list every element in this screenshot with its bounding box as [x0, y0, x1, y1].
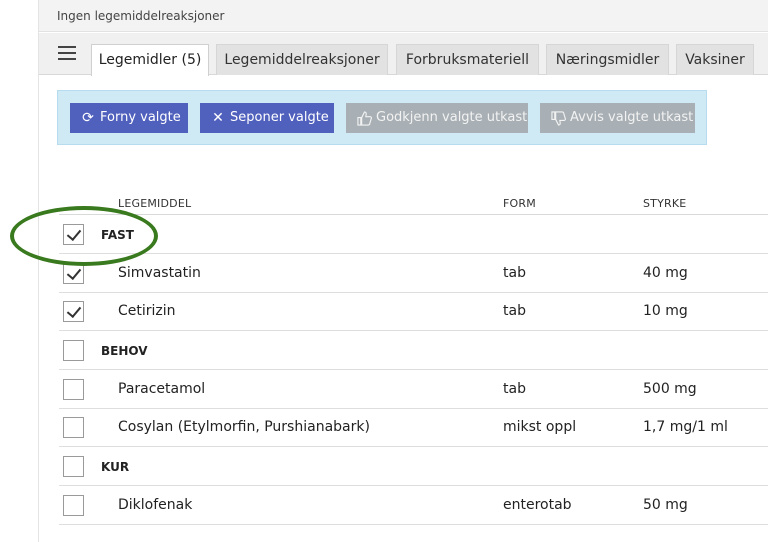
allergy-banner-text: Ingen legemiddelreaksjoner — [57, 9, 225, 23]
reject-drafts-label: Avvis valgte utkast — [570, 110, 694, 125]
group-row-fast: FAST — [59, 216, 768, 254]
refresh-icon: ⟳ — [82, 110, 94, 126]
table-row: Paracetamol tab 500 mg — [59, 371, 768, 409]
reject-drafts-button[interactable]: Avvis valgte utkast — [540, 103, 695, 133]
group-label: BEHOV — [101, 344, 148, 358]
medication-strength: 500 mg — [643, 381, 697, 397]
approve-drafts-label: Godkjenn valgte utkast — [376, 110, 528, 125]
group-checkbox-kur[interactable] — [63, 456, 84, 477]
tab-forbruksmateriell[interactable]: Forbruksmateriell — [396, 44, 539, 75]
medication-name: Simvastatin — [118, 265, 201, 281]
group-label: KUR — [101, 460, 130, 474]
row-checkbox[interactable] — [63, 379, 84, 400]
row-checkbox[interactable] — [63, 495, 84, 516]
medication-page: Ingen legemiddelreaksjoner Legemidler (5… — [38, 0, 768, 542]
allergy-banner: Ingen legemiddelreaksjoner — [39, 0, 768, 32]
tab-vaksiner[interactable]: Vaksiner — [676, 44, 754, 75]
table-header: LEGEMIDDEL FORM STYRKE — [59, 185, 768, 215]
thumbs-up-icon — [356, 103, 372, 137]
medication-strength: 1,7 mg/1 ml — [643, 419, 728, 435]
discontinue-selected-button[interactable]: ✕ Seponer valgte — [200, 103, 334, 133]
medication-name: Paracetamol — [118, 381, 206, 397]
tab-naeringsmidler[interactable]: Næringsmidler — [546, 44, 669, 75]
discontinue-selected-label: Seponer valgte — [230, 110, 329, 125]
tab-legemiddelreaksjoner[interactable]: Legemiddelreaksjoner — [216, 44, 388, 75]
hamburger-menu-icon[interactable] — [58, 46, 76, 60]
group-row-kur: KUR — [59, 448, 768, 486]
table-row: Cetirizin tab 10 mg — [59, 293, 768, 331]
table-row: Simvastatin tab 40 mg — [59, 255, 768, 293]
medication-strength: 50 mg — [643, 497, 688, 513]
row-checkbox[interactable] — [63, 301, 84, 322]
table-row: Cosylan (Etylmorfin, Purshianabark) miks… — [59, 409, 768, 447]
medication-name: Cetirizin — [118, 303, 176, 319]
tab-legemidler[interactable]: Legemidler (5) — [91, 44, 209, 76]
medication-form: tab — [503, 303, 526, 319]
row-checkbox[interactable] — [63, 263, 84, 284]
column-header-legemiddel: LEGEMIDDEL — [118, 197, 192, 210]
renew-selected-label: Forny valgte — [100, 110, 181, 125]
medication-form: mikst oppl — [503, 419, 577, 435]
group-checkbox-fast[interactable] — [63, 224, 84, 245]
approve-drafts-button[interactable]: Godkjenn valgte utkast — [346, 103, 528, 133]
medication-strength: 10 mg — [643, 303, 688, 319]
tab-bar: Legemidler (5) Legemiddelreaksjoner Forb… — [39, 33, 768, 76]
medication-name: Cosylan (Etylmorfin, Purshianabark) — [118, 419, 370, 435]
medication-form: tab — [503, 381, 526, 397]
renew-selected-button[interactable]: ⟳ Forny valgte — [70, 103, 188, 133]
column-header-form: FORM — [503, 197, 536, 210]
group-row-behov: BEHOV — [59, 332, 768, 370]
action-bar: ⟳ Forny valgte ✕ Seponer valgte Godkjenn… — [57, 90, 707, 145]
group-label: FAST — [101, 228, 134, 242]
close-icon: ✕ — [212, 110, 224, 126]
medication-strength: 40 mg — [643, 265, 688, 281]
medication-name: Diklofenak — [118, 497, 193, 513]
column-header-styrke: STYRKE — [643, 197, 687, 210]
medication-form: enterotab — [503, 497, 572, 513]
group-checkbox-behov[interactable] — [63, 340, 84, 361]
table-row: Diklofenak enterotab 50 mg — [59, 487, 768, 525]
thumbs-down-icon — [550, 103, 566, 137]
row-checkbox[interactable] — [63, 417, 84, 438]
medication-form: tab — [503, 265, 526, 281]
